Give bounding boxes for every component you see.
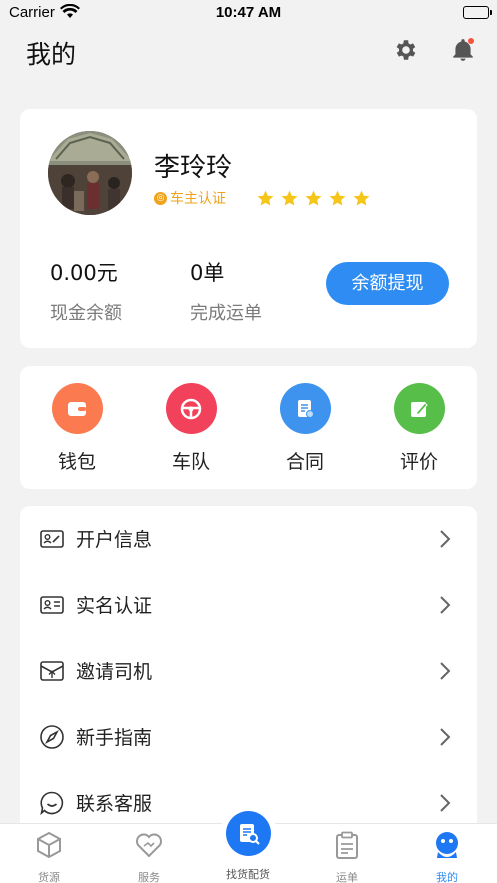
quick-action-review[interactable]: 评价	[374, 383, 464, 474]
orders-label: 完成运单	[190, 303, 262, 324]
star-icon	[353, 190, 370, 206]
clock: 10:47 AM	[215, 4, 282, 21]
badge-label: 车主认证	[170, 191, 226, 207]
balance-label: 现金余额	[50, 303, 122, 324]
balance-stat[interactable]: 0.00元 现金余额	[50, 257, 122, 325]
menu-item-invite-driver[interactable]: 邀请司机	[20, 638, 477, 704]
star-icon	[305, 190, 322, 206]
tab-label: 货源	[38, 871, 60, 883]
chevron-right-icon	[440, 728, 451, 746]
menu-item-label: 邀请司机	[76, 661, 153, 683]
quick-action-label: 评价	[399, 451, 438, 473]
tab-label: 服务	[138, 871, 160, 883]
star-icon	[281, 190, 298, 206]
menu-item-label: 联系客服	[76, 793, 153, 815]
chevron-right-icon	[440, 596, 451, 614]
quick-action-contract[interactable]: 合同	[260, 383, 350, 474]
star-icon	[257, 190, 274, 206]
quick-action-label: 车队	[171, 451, 210, 473]
clipboard-icon	[336, 831, 358, 859]
profile-card: 李玲玲 ◎ 车主认证 0.00元 现金余额 0单 完成运单 余额提现	[20, 109, 477, 348]
tab-cargo[interactable]: 货源	[14, 830, 84, 883]
star-icon	[329, 190, 346, 206]
profile-icon	[436, 832, 458, 858]
orders-value: 0单	[190, 261, 225, 285]
tab-label: 运单	[336, 871, 358, 883]
menu-item-label: 实名认证	[76, 595, 153, 617]
wallet-icon	[51, 383, 103, 434]
menu-item-account-info[interactable]: 开户信息	[20, 506, 477, 572]
edit-icon	[393, 383, 445, 434]
avatar[interactable]	[48, 131, 132, 215]
steering-wheel-icon	[165, 383, 217, 434]
search-document-icon	[239, 823, 260, 845]
compass-icon	[40, 725, 64, 749]
orders-stat[interactable]: 0单 完成运单	[190, 257, 262, 325]
page-header: 我的	[0, 26, 497, 76]
chat-icon	[40, 791, 64, 816]
chevron-right-icon	[440, 662, 451, 680]
quick-action-label: 合同	[285, 451, 324, 473]
balance-value: 0.00元	[50, 261, 118, 285]
battery-icon	[463, 6, 492, 19]
tab-label: 我的	[436, 871, 458, 883]
quick-action-wallet[interactable]: 钱包	[32, 383, 122, 474]
quick-actions-card: 钱包 车队 合同 评价	[20, 366, 477, 489]
user-name: 李玲玲	[154, 153, 233, 183]
cube-icon	[37, 831, 61, 859]
quick-action-fleet[interactable]: 车队	[146, 383, 236, 474]
rating-stars	[256, 189, 371, 208]
settings-gear-icon[interactable]	[393, 37, 419, 63]
chevron-right-icon	[440, 794, 451, 812]
heart-icon	[136, 833, 162, 858]
contract-icon	[279, 383, 331, 434]
status-bar: Carrier 10:47 AM	[0, 0, 497, 26]
withdraw-button[interactable]: 余额提现	[326, 262, 449, 305]
menu-item-guide[interactable]: 新手指南	[20, 704, 477, 770]
notification-bell-icon[interactable]	[450, 37, 476, 63]
invite-icon	[40, 661, 64, 681]
menu-item-real-name[interactable]: 实名认证	[20, 572, 477, 638]
tab-waybill[interactable]: 运单	[312, 830, 382, 883]
page-title: 我的	[26, 40, 77, 69]
tab-mine[interactable]: 我的	[412, 830, 482, 883]
tab-service[interactable]: 服务	[114, 830, 184, 883]
tab-find-cargo[interactable]	[226, 811, 271, 856]
menu-item-label: 新手指南	[76, 727, 153, 749]
settings-menu: 开户信息 实名认证 邀请司机 新手指南 联系客服	[20, 506, 477, 836]
tab-label: 找货配货	[226, 868, 270, 881]
chevron-right-icon	[440, 530, 451, 548]
quick-action-label: 钱包	[57, 451, 96, 473]
menu-item-label: 开户信息	[76, 529, 153, 551]
id-card-icon	[40, 596, 64, 614]
certified-icon: ◎	[154, 191, 167, 205]
account-info-icon	[40, 530, 64, 548]
owner-certified-badge: ◎ 车主认证	[154, 188, 226, 208]
notification-dot	[468, 38, 474, 44]
